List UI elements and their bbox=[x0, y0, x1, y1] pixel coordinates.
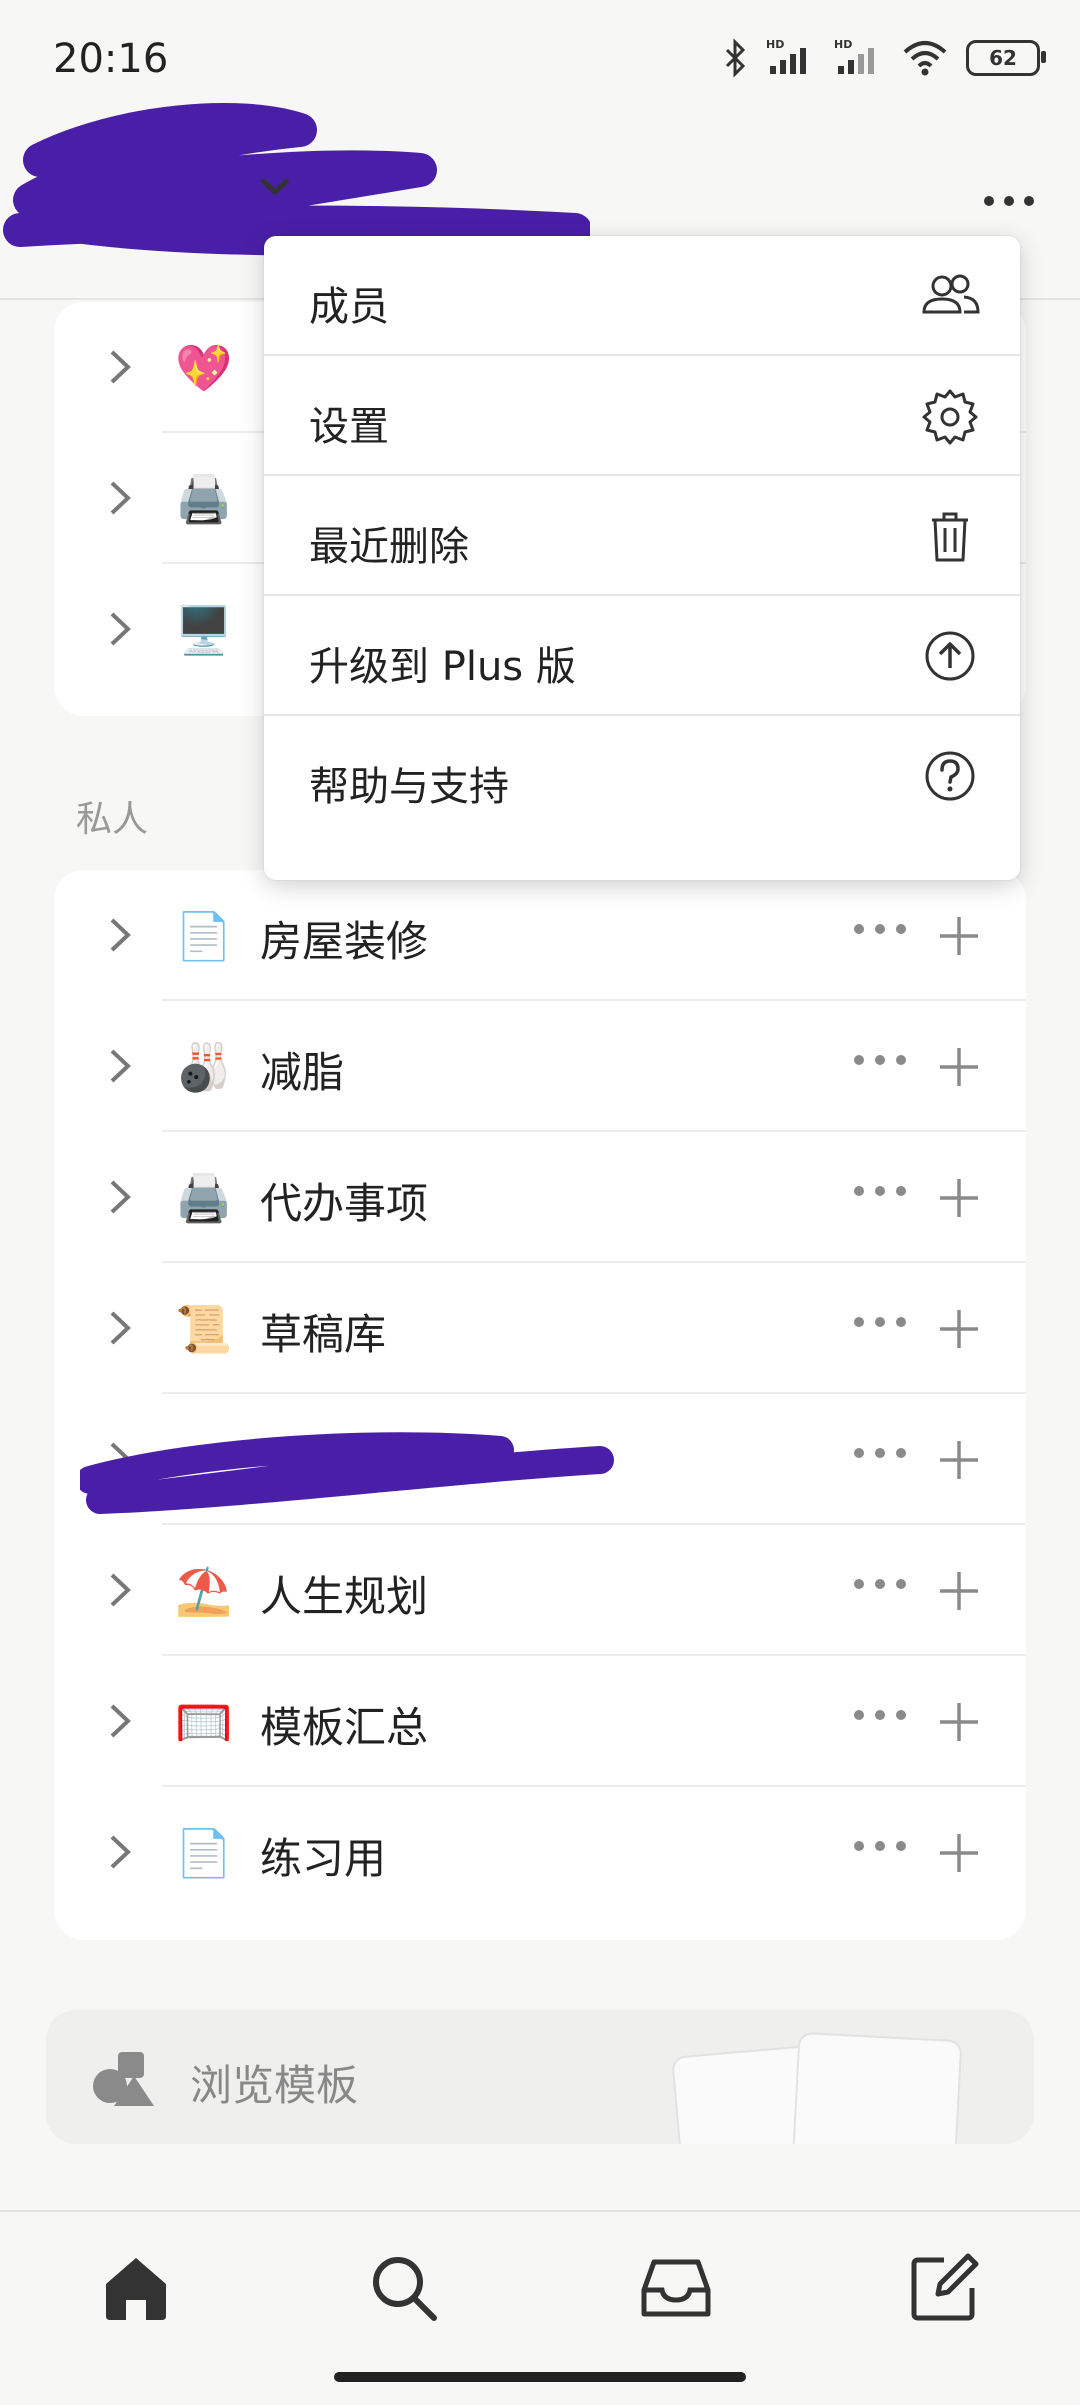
svg-text:HD: HD bbox=[766, 38, 784, 51]
help-icon bbox=[925, 751, 975, 801]
more-options-button[interactable] bbox=[984, 186, 1044, 216]
compose-icon[interactable] bbox=[904, 2248, 984, 2328]
page-name-redaction bbox=[80, 1432, 614, 1514]
chevron-right-icon[interactable] bbox=[94, 473, 144, 523]
add-subpage-icon[interactable] bbox=[936, 1437, 982, 1483]
list-item[interactable]: ⛱️ 人生规划 bbox=[54, 1525, 1026, 1656]
chevron-right-icon[interactable] bbox=[94, 604, 144, 654]
add-subpage-icon[interactable] bbox=[936, 1044, 982, 1090]
list-item[interactable]: 📜 草稿库 bbox=[54, 1263, 1026, 1394]
people-icon bbox=[922, 274, 980, 314]
inbox-icon[interactable] bbox=[636, 2248, 716, 2328]
page-emoji-icon: 📜 bbox=[175, 1302, 233, 1356]
page-title: 模板汇总 bbox=[260, 1703, 429, 1752]
home-icon[interactable] bbox=[96, 2248, 176, 2328]
page-emoji-icon: 🖥️ bbox=[175, 603, 233, 657]
page-emoji-icon: 📄 bbox=[175, 909, 233, 963]
add-subpage-icon[interactable] bbox=[936, 1830, 982, 1876]
menu-item-help[interactable]: 帮助与支持 bbox=[264, 716, 1020, 836]
add-subpage-icon[interactable] bbox=[936, 1568, 982, 1614]
shapes-icon bbox=[93, 2052, 154, 2106]
list-item[interactable]: 📄 练习用 bbox=[54, 1787, 1026, 1918]
wifi-icon bbox=[903, 41, 947, 76]
menu-item-upgrade[interactable]: 升级到 Plus 版 bbox=[264, 596, 1020, 716]
page-title: 减脂 bbox=[260, 1048, 345, 1097]
page-emoji-icon: ⛱️ bbox=[175, 1564, 233, 1618]
add-subpage-icon[interactable] bbox=[936, 1175, 982, 1221]
row-more-button[interactable] bbox=[854, 924, 906, 934]
add-subpage-icon[interactable] bbox=[936, 1306, 982, 1352]
private-pages-card: 📄 房屋装修 🎳 减脂 🖨️ 代办事项 📜 草稿库 ⛱️ 人生规划 🥅 模板汇总 📄 练习用 bbox=[54, 870, 1026, 1940]
list-item[interactable]: 🎳 减脂 bbox=[54, 1001, 1026, 1132]
row-more-button[interactable] bbox=[854, 1055, 906, 1065]
row-more-button[interactable] bbox=[854, 1448, 906, 1458]
page-title: 人生规划 bbox=[260, 1572, 429, 1621]
chevron-right-icon[interactable] bbox=[94, 910, 144, 960]
menu-item-recently-deleted[interactable]: 最近删除 bbox=[264, 476, 1020, 596]
page-emoji-icon: 🖨️ bbox=[175, 1171, 233, 1225]
page-emoji-icon: 📄 bbox=[175, 1826, 233, 1880]
menu-item-settings[interactable]: 设置 bbox=[264, 356, 1020, 476]
page-emoji-icon: 🎳 bbox=[175, 1040, 233, 1094]
add-subpage-icon[interactable] bbox=[936, 1699, 982, 1745]
row-more-button[interactable] bbox=[854, 1186, 906, 1196]
chevron-right-icon[interactable] bbox=[94, 1827, 144, 1877]
gear-icon bbox=[922, 389, 978, 445]
battery-indicator: 62 bbox=[966, 40, 1046, 76]
chevron-right-icon[interactable] bbox=[94, 1696, 144, 1746]
trash-icon bbox=[932, 512, 968, 562]
svg-text:HD: HD bbox=[834, 38, 852, 51]
page-title: 房屋装修 bbox=[260, 917, 429, 966]
home-indicator bbox=[334, 2372, 746, 2382]
page-title: 草稿库 bbox=[260, 1310, 387, 1359]
private-section-label: 私人 bbox=[76, 799, 149, 840]
chevron-right-icon[interactable] bbox=[94, 1565, 144, 1615]
chevron-right-icon[interactable] bbox=[94, 1303, 144, 1353]
chevron-right-icon[interactable] bbox=[94, 1041, 144, 1091]
browse-templates-label: 浏览模板 bbox=[190, 2061, 359, 2110]
page-emoji-icon: 🖨️ bbox=[175, 472, 233, 526]
template-illustration bbox=[789, 2031, 963, 2144]
chevron-right-icon[interactable] bbox=[94, 1172, 144, 1222]
list-item[interactable]: 📄 房屋装修 bbox=[54, 870, 1026, 1001]
status-time: 20:16 bbox=[53, 36, 169, 82]
menu-item-members[interactable]: 成员 bbox=[264, 236, 1020, 356]
bluetooth-icon bbox=[725, 38, 746, 78]
page-title: 练习用 bbox=[260, 1834, 387, 1883]
search-icon[interactable] bbox=[364, 2248, 444, 2328]
chevron-right-icon[interactable] bbox=[94, 342, 144, 392]
row-more-button[interactable] bbox=[854, 1579, 906, 1589]
row-more-button[interactable] bbox=[854, 1841, 906, 1851]
status-icons: HD HD 62 bbox=[722, 38, 1046, 78]
page-emoji-icon: 💖 bbox=[175, 341, 233, 395]
page-title: 代办事项 bbox=[260, 1179, 429, 1228]
signal-icon: HD bbox=[766, 38, 806, 74]
browse-templates-button[interactable]: 浏览模板 bbox=[46, 2010, 1034, 2144]
list-item[interactable]: 🥅 模板汇总 bbox=[54, 1656, 1026, 1787]
upgrade-arrow-icon bbox=[925, 631, 975, 681]
signal-icon-2: HD bbox=[834, 38, 874, 74]
page-emoji-icon: 🥅 bbox=[175, 1695, 233, 1749]
add-subpage-icon[interactable] bbox=[936, 913, 982, 959]
list-item[interactable]: 🖨️ 代办事项 bbox=[54, 1132, 1026, 1263]
row-more-button[interactable] bbox=[854, 1317, 906, 1327]
options-dropdown-menu: 成员 设置 最近删除 升级到 Plus 版 帮助与支持 bbox=[264, 236, 1020, 880]
row-more-button[interactable] bbox=[854, 1710, 906, 1720]
